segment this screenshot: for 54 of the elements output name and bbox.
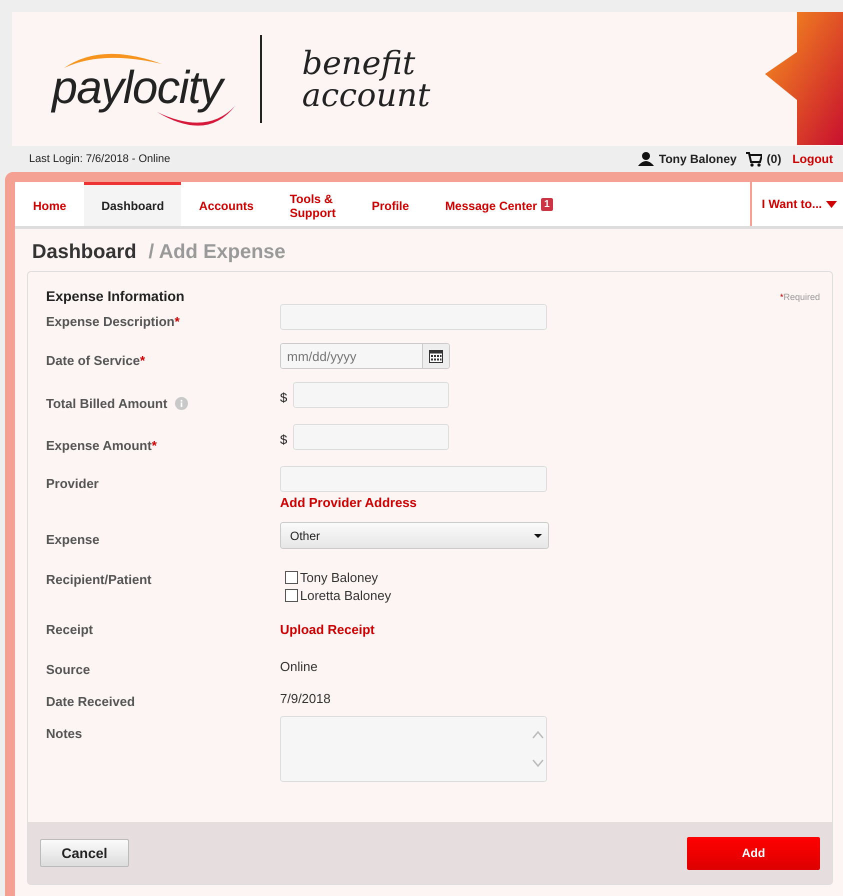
info-icon[interactable] bbox=[175, 397, 188, 410]
add-address-link[interactable]: Add Provider Address bbox=[280, 495, 417, 510]
field-value: 7/9/2018 bbox=[280, 691, 331, 706]
nav-tab[interactable]: Tools & Support bbox=[272, 182, 354, 226]
scroll-arrows-icon bbox=[532, 729, 544, 769]
date-field[interactable]: mm/dd/yyyy bbox=[280, 343, 450, 369]
field-label: Date Received bbox=[46, 694, 135, 709]
user-name[interactable]: Tony Baloney bbox=[658, 152, 737, 166]
field-label: Expense Description* bbox=[46, 314, 180, 329]
field-label: Expense Amount* bbox=[46, 438, 157, 453]
menu-button[interactable]: I Want to... bbox=[750, 182, 843, 226]
checkbox[interactable] bbox=[285, 571, 298, 584]
nav-tab[interactable]: Accounts bbox=[181, 182, 272, 226]
amount-field[interactable] bbox=[293, 424, 450, 450]
last-login-text: Last Login: 7/6/2018 - Online bbox=[29, 153, 170, 165]
nav-tab[interactable]: Profile bbox=[354, 182, 428, 226]
field-label: Provider bbox=[46, 476, 99, 491]
expense-dropdown[interactable]: Other bbox=[280, 522, 549, 549]
notes-field[interactable] bbox=[280, 716, 547, 782]
upload-link[interactable]: Upload Receipt bbox=[280, 622, 375, 637]
nav-tab[interactable]: Home bbox=[15, 182, 84, 226]
add-button[interactable]: Add bbox=[687, 836, 820, 870]
field-label: Total Billed Amount bbox=[46, 396, 168, 411]
currency-symbol: $ bbox=[280, 432, 288, 446]
checkbox-label[interactable]: Loretta Baloney bbox=[300, 588, 392, 603]
required-note: *Required bbox=[780, 292, 820, 304]
field-value: Online bbox=[280, 659, 318, 674]
field-label: Notes bbox=[46, 726, 82, 741]
page-title: Dashboard bbox=[32, 241, 136, 264]
product-name: benefit bbox=[302, 47, 416, 79]
page-subtitle: / Add Expense bbox=[148, 241, 286, 264]
field-label: Expense bbox=[46, 532, 100, 547]
nav-tab[interactable]: Message Center bbox=[427, 182, 542, 226]
cart-icon[interactable] bbox=[746, 152, 762, 166]
field-label: Date of Service* bbox=[46, 353, 145, 368]
currency-symbol: $ bbox=[280, 390, 288, 404]
section-title: Expense Information bbox=[46, 288, 184, 306]
input-field[interactable] bbox=[280, 466, 547, 492]
caret-icon bbox=[534, 534, 542, 538]
checkbox[interactable] bbox=[285, 589, 298, 602]
user-icon bbox=[638, 152, 654, 166]
nav-tab[interactable]: Dashboard bbox=[84, 182, 182, 226]
logout-link[interactable]: Logout bbox=[792, 152, 833, 166]
amount-field[interactable] bbox=[293, 382, 450, 408]
field-label: Source bbox=[46, 662, 90, 677]
cart-count: (0) bbox=[766, 152, 782, 166]
count-badge: 1 bbox=[541, 198, 553, 210]
checkbox-label[interactable]: Tony Baloney bbox=[300, 570, 378, 585]
caret-icon bbox=[826, 200, 837, 208]
calendar-icon[interactable] bbox=[429, 350, 443, 362]
input-field[interactable] bbox=[280, 304, 547, 330]
field-label: Receipt bbox=[46, 622, 93, 637]
cancel-button[interactable]: Cancel bbox=[40, 839, 129, 867]
field-label: Recipient/Patient bbox=[46, 572, 152, 587]
